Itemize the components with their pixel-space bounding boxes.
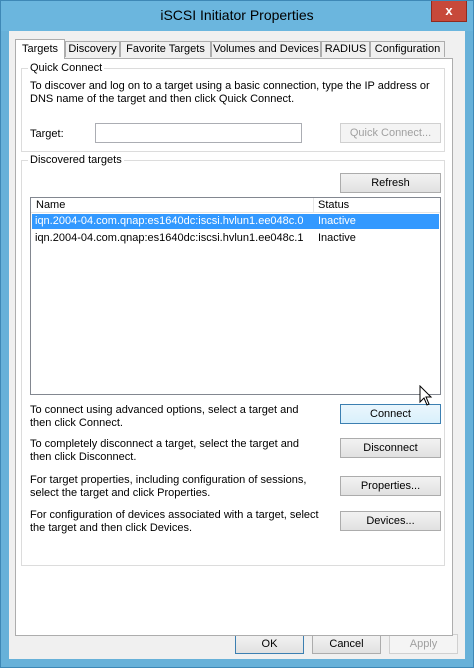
targets-list[interactable]: Name Status iqn.2004-04.com.qnap:es1640d…	[30, 197, 441, 395]
tab-configuration[interactable]: Configuration	[370, 41, 445, 57]
cancel-button[interactable]: Cancel	[312, 634, 381, 654]
target-label: Target:	[30, 128, 64, 140]
properties-button[interactable]: Properties...	[340, 476, 441, 496]
tab-discovery[interactable]: Discovery	[65, 41, 120, 57]
window-title: iSCSI Initiator Properties	[160, 7, 314, 23]
disconnect-description: To completely disconnect a target, selec…	[30, 438, 300, 463]
target-row-name: iqn.2004-04.com.qnap:es1640dc:iscsi.hvlu…	[35, 232, 304, 244]
ok-button[interactable]: OK	[235, 634, 304, 654]
discovered-targets-group-label: Discovered targets	[28, 154, 124, 166]
connect-description: To connect using advanced options, selec…	[30, 404, 299, 429]
tab-targets[interactable]: Targets	[15, 39, 65, 59]
targets-tab-panel: Quick Connect To discover and log on to …	[15, 58, 453, 636]
target-row-name: iqn.2004-04.com.qnap:es1640dc:iscsi.hvlu…	[35, 215, 304, 227]
close-button[interactable]: x	[431, 1, 467, 22]
targets-list-header: Name Status	[31, 198, 440, 213]
column-header-status[interactable]: Status	[318, 199, 349, 212]
target-row[interactable]: iqn.2004-04.com.qnap:es1640dc:iscsi.hvlu…	[32, 231, 439, 246]
column-header-name[interactable]: Name	[36, 199, 65, 212]
tab-favorite-targets[interactable]: Favorite Targets	[120, 41, 211, 57]
tab-volumes-and-devices[interactable]: Volumes and Devices	[211, 41, 321, 57]
mouse-cursor-icon	[419, 385, 433, 406]
quick-connect-button[interactable]: Quick Connect...	[340, 123, 441, 143]
devices-description: For configuration of devices associated …	[30, 509, 319, 534]
target-row[interactable]: iqn.2004-04.com.qnap:es1640dc:iscsi.hvlu…	[32, 214, 439, 229]
dialog-window: iSCSI Initiator Properties x Targets Dis…	[0, 0, 474, 668]
close-icon: x	[445, 3, 453, 18]
target-input[interactable]	[95, 123, 302, 143]
connect-button[interactable]: Connect	[340, 404, 441, 424]
discovered-targets-group: Discovered targets Refresh Name Status i…	[21, 154, 445, 566]
quick-connect-description: To discover and log on to a target using…	[30, 80, 430, 105]
tab-radius[interactable]: RADIUS	[321, 41, 370, 57]
column-separator[interactable]	[313, 198, 314, 212]
refresh-button[interactable]: Refresh	[340, 173, 441, 193]
target-row-status: Inactive	[318, 232, 356, 244]
disconnect-button[interactable]: Disconnect	[340, 438, 441, 458]
properties-description: For target properties, including configu…	[30, 474, 307, 499]
apply-button[interactable]: Apply	[389, 634, 458, 654]
target-row-status: Inactive	[318, 215, 356, 227]
devices-button[interactable]: Devices...	[340, 511, 441, 531]
dialog-client-area: Targets Discovery Favorite Targets Volum…	[9, 31, 465, 659]
quick-connect-group-label: Quick Connect	[28, 62, 105, 74]
quick-connect-group: Quick Connect To discover and log on to …	[21, 62, 445, 152]
title-bar[interactable]: iSCSI Initiator Properties x	[1, 1, 473, 31]
